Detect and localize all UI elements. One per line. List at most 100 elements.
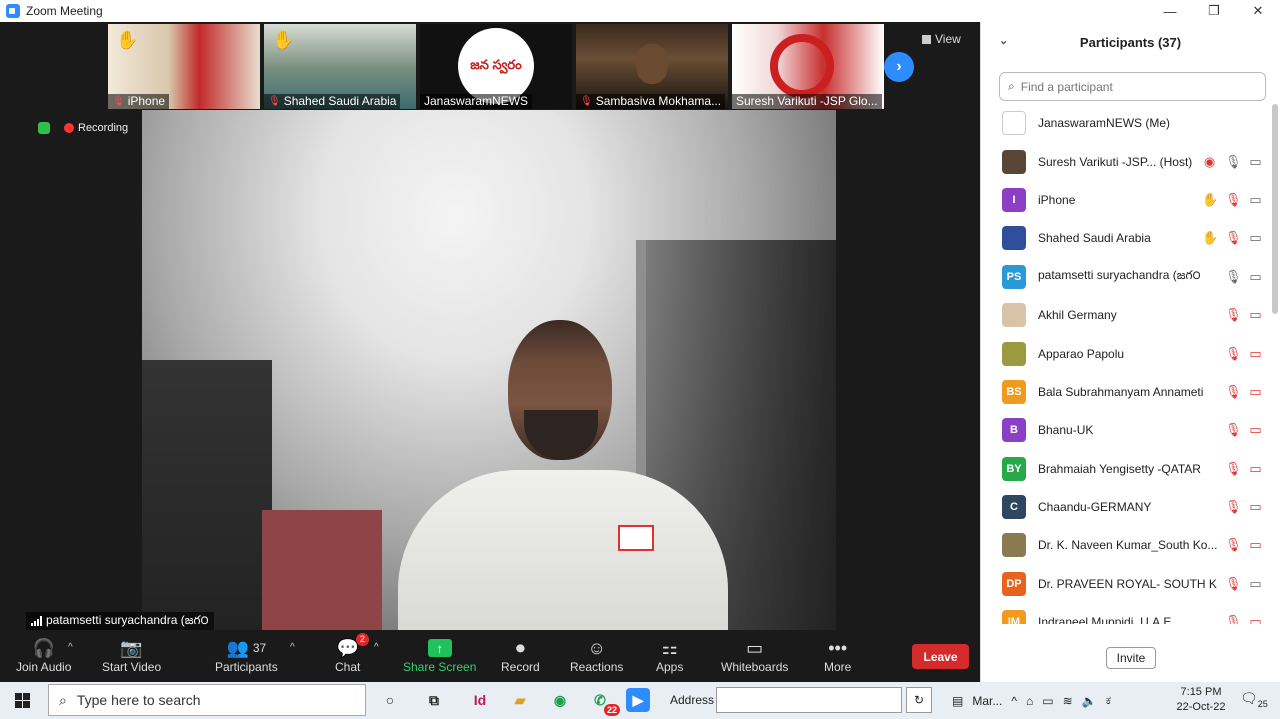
taskbar-clock[interactable]: 7:15 PM 22-Oct-22 xyxy=(1170,685,1232,715)
reactions-button[interactable]: ☺ Reactions xyxy=(570,636,623,675)
minimize-icon[interactable]: — xyxy=(1148,0,1192,22)
start-button[interactable] xyxy=(0,682,44,719)
share-screen-button[interactable]: ↑ Share Screen xyxy=(403,636,476,674)
participant-row[interactable]: Suresh Varikuti -JSP... (Host) ◉ 🎙 ▭ xyxy=(981,142,1271,180)
leave-button[interactable]: Leave xyxy=(912,644,969,669)
chrome-icon[interactable]: ◉ xyxy=(548,688,572,712)
active-speaker-video[interactable] xyxy=(142,110,836,630)
indesign-icon[interactable]: Id xyxy=(468,688,492,712)
zoom-taskbar-icon[interactable]: ▶ xyxy=(626,688,650,712)
video-icon[interactable]: ▭ xyxy=(1248,154,1263,170)
video-off-icon[interactable]: ▭ xyxy=(1248,384,1263,400)
input-lang-label[interactable]: Mar... xyxy=(972,694,1002,708)
notification-icon[interactable]: 🗨25 xyxy=(1240,690,1268,709)
wifi-icon[interactable]: ≋ xyxy=(1063,694,1073,708)
video-icon[interactable]: ▭ xyxy=(1248,576,1263,592)
participant-row[interactable]: Apparao Papolu 🎙 ▭ xyxy=(981,334,1271,372)
invite-button[interactable]: Invite xyxy=(1106,647,1156,669)
record-button[interactable]: ⏺ Record xyxy=(501,636,540,675)
participant-row[interactable]: B Bhanu-UK 🎙 ▭ xyxy=(981,411,1271,449)
video-off-icon[interactable]: ▭ xyxy=(1248,422,1263,438)
video-off-icon[interactable]: ▭ xyxy=(1248,307,1263,323)
participant-row[interactable]: Dr. K. Naveen Kumar_South Ko... 🎙 ▭ xyxy=(981,526,1271,564)
participant-row[interactable]: C Chaandu-GERMANY 🎙 ▭ xyxy=(981,488,1271,526)
thumbnail-tile[interactable]: Suresh Varikuti -JSP Glo... xyxy=(732,24,884,109)
thumbnail-tile[interactable]: ✋ 🎙 Shahed Saudi Arabia xyxy=(264,24,416,109)
mic-icon[interactable]: 🎙 xyxy=(1225,154,1242,170)
thumbnail-tile[interactable]: ✋ 🎙 iPhone xyxy=(108,24,260,109)
file-explorer-icon[interactable]: ▰ xyxy=(508,688,532,712)
video-off-icon[interactable]: ▭ xyxy=(1248,537,1263,553)
participant-row[interactable]: BY Brahmaiah Yengisetty -QATAR 🎙 ▭ xyxy=(981,450,1271,488)
keyboard-lang-icon[interactable]: ಕ xyxy=(1106,693,1111,708)
participant-row[interactable]: IM Indraneel Muppidi, U.A.E 🎙 ▭ xyxy=(981,603,1271,624)
task-view-icon[interactable]: ⧉ xyxy=(422,688,446,712)
participant-row[interactable]: Shahed Saudi Arabia ✋ 🎙 ▭ xyxy=(981,219,1271,257)
raised-hand-icon[interactable]: ✋ xyxy=(1202,192,1218,208)
participant-avatar xyxy=(1002,149,1026,174)
participant-row[interactable]: BS Bala Subrahmanyam Annameti 🎙 ▭ xyxy=(981,373,1271,411)
view-button[interactable]: View xyxy=(922,32,961,46)
thumbnail-tile[interactable]: జన స్వరం JanaswaramNEWS xyxy=(420,24,572,109)
participants-button[interactable]: 👥 37 Participants xyxy=(215,636,278,675)
refresh-icon[interactable]: ↻ xyxy=(906,687,932,713)
close-icon[interactable]: ✕ xyxy=(1236,0,1280,22)
participant-avatar xyxy=(1002,226,1026,251)
mic-off-icon[interactable]: 🎙 xyxy=(1225,346,1242,362)
recording-icon[interactable]: ◉ xyxy=(1202,154,1217,170)
participants-caret-icon[interactable]: ^ xyxy=(290,642,295,653)
video-off-icon[interactable]: ▭ xyxy=(1248,461,1263,477)
apps-button[interactable]: ⚏ Apps xyxy=(656,636,683,675)
participant-status-icons: ✋ 🎙 ▭ xyxy=(1202,230,1263,246)
taskbar-search[interactable]: ⌕ Type here to search xyxy=(48,684,366,716)
mic-off-icon[interactable]: 🎙 xyxy=(1225,192,1242,208)
video-icon[interactable]: ▭ xyxy=(1248,269,1263,285)
chat-caret-icon[interactable]: ^ xyxy=(374,642,379,653)
network-icon[interactable]: ⌂ xyxy=(1026,694,1033,708)
start-video-button[interactable]: 📷 Start Video xyxy=(102,636,161,675)
encryption-shield-icon[interactable] xyxy=(38,122,50,134)
participant-search-input[interactable] xyxy=(1020,79,1241,94)
battery-icon[interactable]: ▭ xyxy=(1042,694,1053,708)
chat-button[interactable]: 💬 2 Chat xyxy=(335,633,369,674)
more-button[interactable]: ••• More xyxy=(824,636,851,675)
whiteboards-button[interactable]: ▭ Whiteboards xyxy=(721,636,788,675)
mic-off-icon[interactable]: 🎙 xyxy=(1225,307,1242,323)
thumbnail-tile[interactable]: 🎙 Sambasiva Mokhama... xyxy=(576,24,728,109)
recording-indicator[interactable]: Recording xyxy=(64,122,128,134)
participant-row[interactable]: JanaswaramNEWS (Me) xyxy=(981,104,1271,142)
video-icon[interactable]: ▭ xyxy=(1248,192,1263,208)
volume-icon[interactable]: 🔈 xyxy=(1082,694,1097,708)
mic-off-icon[interactable]: 🎙 xyxy=(1225,461,1242,477)
panel-scrollbar[interactable] xyxy=(1272,104,1278,314)
address-input[interactable] xyxy=(716,687,902,713)
next-page-arrow-icon[interactable]: › xyxy=(884,52,914,82)
video-off-icon[interactable]: ▭ xyxy=(1248,346,1263,362)
cortana-icon[interactable]: ○ xyxy=(378,688,402,712)
whatsapp-icon[interactable]: ✆ 22 xyxy=(588,688,620,716)
mic-off-icon[interactable]: 🎙 xyxy=(1225,384,1242,400)
mic-off-icon[interactable]: 🎙 xyxy=(1225,230,1242,246)
tray-chevron-icon[interactable]: ^ xyxy=(1011,694,1017,708)
video-off-icon[interactable]: ▭ xyxy=(1248,499,1263,515)
restore-icon[interactable]: ❐ xyxy=(1192,0,1236,22)
mic-off-icon[interactable]: 🎙 xyxy=(1225,422,1242,438)
marathi-icon[interactable]: ▤ xyxy=(952,694,963,708)
mic-off-icon[interactable]: 🎙 xyxy=(1225,537,1242,553)
join-audio-button[interactable]: 🎧 Join Audio xyxy=(16,636,71,675)
participant-row[interactable]: Akhil Germany 🎙 ▭ xyxy=(981,296,1271,334)
mic-off-icon[interactable]: 🎙 xyxy=(1225,614,1242,624)
mic-off-icon[interactable]: 🎙 xyxy=(1225,499,1242,515)
participant-row[interactable]: IiPhone ✋ 🎙 ▭ xyxy=(981,181,1271,219)
audio-options-caret-icon[interactable]: ^ xyxy=(68,642,73,653)
chevron-down-icon[interactable]: ⌄ xyxy=(999,34,1008,47)
mic-icon[interactable]: 🎙 xyxy=(1225,269,1242,285)
participant-avatar xyxy=(1002,533,1026,558)
video-off-icon[interactable]: ▭ xyxy=(1248,614,1263,624)
video-icon[interactable]: ▭ xyxy=(1248,230,1263,246)
mic-off-icon[interactable]: 🎙 xyxy=(1225,576,1242,592)
participant-row[interactable]: DP Dr. PRAVEEN ROYAL- SOUTH K... 🎙 ▭ xyxy=(981,565,1271,603)
participant-row[interactable]: PS patamsetti suryachandra (జగ౦ 🎙 ▭ xyxy=(981,258,1271,296)
participant-avatar: BY xyxy=(1002,456,1026,481)
raised-hand-icon[interactable]: ✋ xyxy=(1202,230,1218,246)
